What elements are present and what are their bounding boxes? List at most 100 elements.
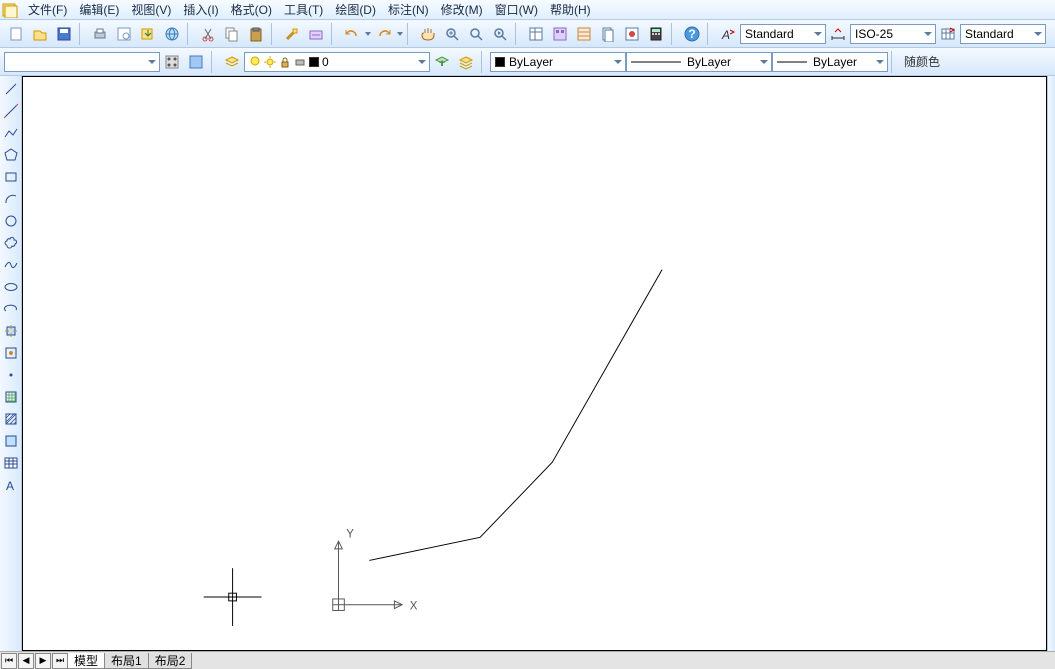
menu-tools[interactable]: 工具(T): [278, 0, 329, 20]
command-combo[interactable]: [4, 52, 160, 72]
layer-states-button[interactable]: [455, 51, 477, 73]
tab-layout1[interactable]: 布局1: [104, 653, 149, 669]
rectangle-tool[interactable]: [1, 167, 21, 187]
save-button[interactable]: [53, 23, 75, 45]
draw-palette: A: [0, 76, 22, 651]
make-block-tool[interactable]: [1, 343, 21, 363]
dim-style-icon[interactable]: [827, 23, 849, 45]
layer-color-swatch: [309, 57, 319, 67]
spline-tool[interactable]: [1, 255, 21, 275]
dim-style-value: ISO-25: [855, 27, 893, 41]
pan-button[interactable]: [417, 23, 439, 45]
insert-block-tool[interactable]: [1, 321, 21, 341]
menu-modify[interactable]: 修改(M): [435, 0, 489, 20]
layers-toolbar: 0 ByLayer ByLayer ByLayer 随颜色: [0, 48, 1055, 76]
block-editor-button[interactable]: [305, 23, 327, 45]
hatch-tool[interactable]: [1, 387, 21, 407]
line-tool[interactable]: [1, 79, 21, 99]
polygon-tool[interactable]: [1, 145, 21, 165]
tab-layout2-label: 布局2: [155, 652, 186, 669]
open-button[interactable]: [29, 23, 51, 45]
layer-combo[interactable]: 0: [244, 52, 430, 72]
arc-tool[interactable]: [1, 189, 21, 209]
region-tool[interactable]: [1, 431, 21, 451]
polyline-tool[interactable]: [1, 123, 21, 143]
circle-tool[interactable]: [1, 211, 21, 231]
sheet-set-button[interactable]: [597, 23, 619, 45]
menu-bar: 文件(F) 编辑(E) 视图(V) 插入(I) 格式(O) 工具(T) 绘图(D…: [0, 0, 1055, 20]
etransmit-button[interactable]: [161, 23, 183, 45]
text-style-icon[interactable]: A: [717, 23, 739, 45]
text-style-value: Standard: [745, 27, 794, 41]
point-tool[interactable]: [1, 365, 21, 385]
menu-insert[interactable]: 插入(I): [177, 0, 224, 20]
dim-style-combo[interactable]: ISO-25: [850, 24, 936, 44]
clean-screen-button[interactable]: [185, 51, 207, 73]
publish-button[interactable]: [137, 23, 159, 45]
drawing-canvas[interactable]: Y X: [22, 76, 1047, 651]
tool-palettes-button[interactable]: [573, 23, 595, 45]
properties-button[interactable]: [525, 23, 547, 45]
zoom-window-button[interactable]: [465, 23, 487, 45]
bulb-icon: [249, 56, 261, 68]
zoom-previous-button[interactable]: [489, 23, 511, 45]
layer-previous-button[interactable]: [431, 51, 453, 73]
tab-first-button[interactable]: ⏮: [1, 653, 17, 669]
new-button[interactable]: [5, 23, 27, 45]
qnew-button[interactable]: [161, 51, 183, 73]
tab-model-label: 模型: [74, 652, 98, 669]
xline-tool[interactable]: [1, 101, 21, 121]
menu-draw[interactable]: 绘图(D): [329, 0, 382, 20]
gradient-tool[interactable]: [1, 409, 21, 429]
table-style-combo[interactable]: Standard: [960, 24, 1046, 44]
layout-tab-bar: ⏮ ◀ ▶ ⏭ 模型 布局1 布局2: [0, 651, 1055, 669]
tab-model[interactable]: 模型: [67, 653, 105, 669]
lineweight-preview-icon: [777, 58, 807, 66]
revcloud-tool[interactable]: [1, 233, 21, 253]
tab-prev-button[interactable]: ◀: [18, 653, 34, 669]
lineweight-combo[interactable]: ByLayer: [772, 52, 888, 72]
ellipse-tool[interactable]: [1, 277, 21, 297]
tab-next-button[interactable]: ▶: [35, 653, 51, 669]
table-tool[interactable]: [1, 453, 21, 473]
tab-last-button[interactable]: ⏭: [52, 653, 68, 669]
sun-icon: [264, 56, 276, 68]
lock-icon: [279, 56, 291, 68]
linetype-combo[interactable]: ByLayer: [626, 52, 772, 72]
calculator-button[interactable]: [645, 23, 667, 45]
match-prop-button[interactable]: [281, 23, 303, 45]
plotstyle-label: 随颜色: [900, 53, 944, 70]
menu-edit[interactable]: 编辑(E): [73, 0, 125, 20]
svg-text:X: X: [410, 601, 418, 613]
copy-button[interactable]: [221, 23, 243, 45]
menu-dim[interactable]: 标注(N): [382, 0, 435, 20]
undo-button[interactable]: [341, 23, 363, 45]
layer-name: 0: [322, 55, 329, 69]
menu-view[interactable]: 视图(V): [125, 0, 177, 20]
svg-text:?: ?: [688, 27, 695, 41]
plot-icon: [294, 56, 306, 68]
menu-format[interactable]: 格式(O): [225, 0, 278, 20]
paste-button[interactable]: [245, 23, 267, 45]
redo-button[interactable]: [373, 23, 395, 45]
table-style-icon[interactable]: [937, 23, 959, 45]
markup-button[interactable]: [621, 23, 643, 45]
tab-layout2[interactable]: 布局2: [148, 653, 193, 669]
mtext-tool[interactable]: A: [1, 475, 21, 495]
cut-button[interactable]: [197, 23, 219, 45]
layer-manager-button[interactable]: [221, 51, 243, 73]
print-button[interactable]: [89, 23, 111, 45]
text-style-combo[interactable]: Standard: [740, 24, 826, 44]
linetype-value: ByLayer: [687, 55, 731, 69]
help-button[interactable]: ?: [681, 23, 703, 45]
print-preview-button[interactable]: [113, 23, 135, 45]
color-combo[interactable]: ByLayer: [490, 52, 626, 72]
menu-window[interactable]: 窗口(W): [489, 0, 544, 20]
color-value: ByLayer: [509, 55, 553, 69]
design-center-button[interactable]: [549, 23, 571, 45]
lineweight-value: ByLayer: [813, 55, 857, 69]
menu-help[interactable]: 帮助(H): [544, 0, 597, 20]
menu-file[interactable]: 文件(F): [22, 0, 73, 20]
zoom-realtime-button[interactable]: [441, 23, 463, 45]
ellipse-arc-tool[interactable]: [1, 299, 21, 319]
